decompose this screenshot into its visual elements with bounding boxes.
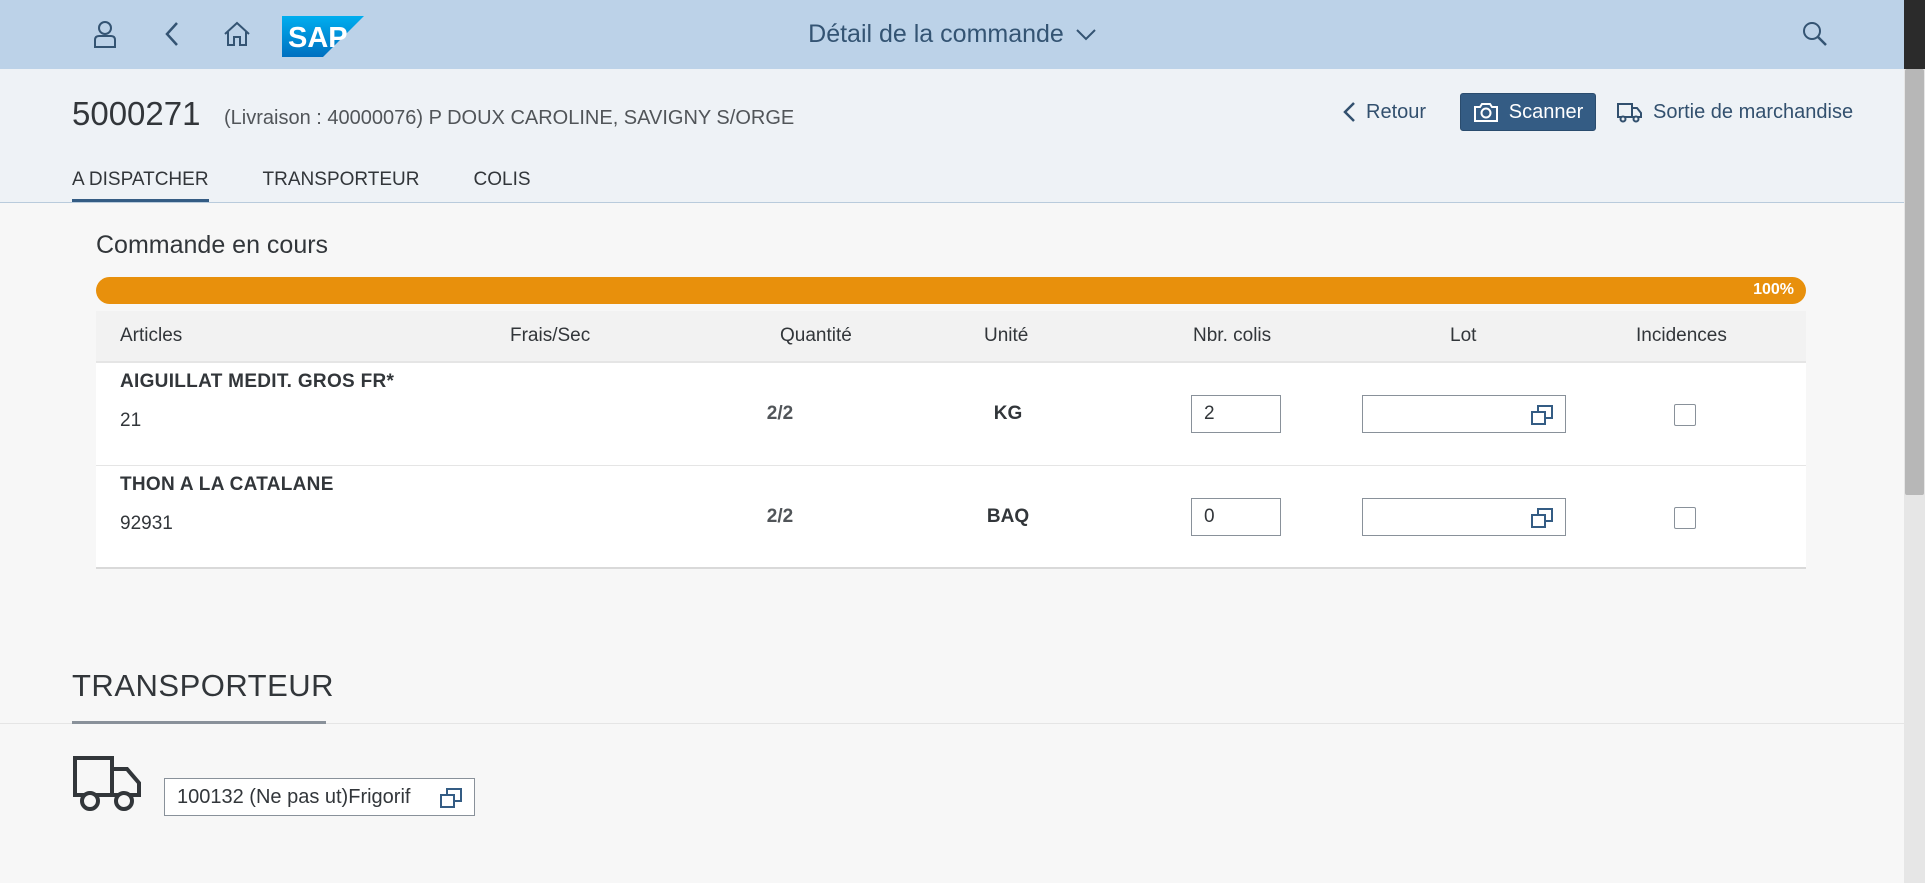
value-help-icon[interactable] bbox=[1531, 508, 1553, 533]
article-name: AIGUILLAT MEDIT. GROS FR* bbox=[120, 371, 395, 392]
value-help-icon[interactable] bbox=[440, 788, 462, 814]
col-articles: Articles bbox=[120, 325, 183, 346]
packages-input[interactable] bbox=[1191, 498, 1281, 536]
goods-issue-label: Sortie de marchandise bbox=[1653, 100, 1854, 123]
value-help-icon[interactable] bbox=[1531, 405, 1553, 430]
order-subtitle: (Livraison : 40000076) P DOUX CAROLINE, … bbox=[224, 107, 795, 129]
truck-icon bbox=[1617, 103, 1642, 123]
quantity-value: 2/2 bbox=[766, 506, 794, 527]
back-button[interactable]: Retour bbox=[1342, 93, 1426, 131]
order-number: 5000271 bbox=[72, 95, 201, 132]
tab-bar: A DISPATCHER TRANSPORTEUR COLIS bbox=[72, 169, 585, 202]
scan-button[interactable]: Scanner bbox=[1460, 93, 1596, 131]
scrollbar-thumb[interactable] bbox=[1905, 69, 1924, 495]
section-underline bbox=[72, 721, 326, 724]
camera-icon bbox=[1473, 103, 1498, 122]
col-unit: Unité bbox=[984, 325, 1029, 346]
progress-bar: 100% bbox=[96, 277, 1806, 304]
truck-icon bbox=[72, 755, 142, 818]
lot-input[interactable] bbox=[1362, 498, 1566, 536]
unit-value: BAQ bbox=[986, 506, 1030, 527]
tab-dispatch[interactable]: A DISPATCHER bbox=[72, 169, 209, 202]
items-table: Articles Frais/Sec Quantité Unité Nbr. c… bbox=[96, 311, 1806, 569]
scan-button-label: Scanner bbox=[1508, 100, 1584, 123]
object-header: 5000271 (Livraison : 40000076) P DOUX CA… bbox=[0, 69, 1904, 203]
article-code: 21 bbox=[120, 410, 142, 431]
section-title-current-order: Commande en cours bbox=[96, 231, 329, 259]
shell-title-text[interactable]: Détail de la commande bbox=[808, 20, 1064, 49]
tab-packages[interactable]: COLIS bbox=[474, 169, 531, 202]
incident-checkbox[interactable] bbox=[1674, 507, 1696, 529]
col-quantity: Quantité bbox=[780, 325, 852, 346]
search-icon[interactable] bbox=[1797, 16, 1833, 52]
col-lot: Lot bbox=[1450, 325, 1477, 346]
article-name: THON A LA CATALANE bbox=[120, 474, 334, 495]
goods-issue-button[interactable]: Sortie de marchandise bbox=[1617, 93, 1853, 131]
chevron-left-icon bbox=[1343, 102, 1355, 122]
table-header: Articles Frais/Sec Quantité Unité Nbr. c… bbox=[96, 311, 1806, 363]
quantity-value: 2/2 bbox=[766, 403, 794, 424]
shell-title[interactable]: Détail de la commande bbox=[0, 0, 1904, 69]
progress-label: 100% bbox=[1753, 281, 1794, 298]
chevron-down-icon[interactable] bbox=[1076, 28, 1096, 41]
col-fresh-dry: Frais/Sec bbox=[510, 325, 591, 346]
table-row[interactable]: THON A LA CATALANE 92931 2/2 BAQ bbox=[96, 466, 1806, 569]
packages-input[interactable] bbox=[1191, 395, 1281, 433]
tab-carrier[interactable]: TRANSPORTEUR bbox=[263, 169, 420, 202]
section-title-carrier: TRANSPORTEUR bbox=[72, 668, 335, 703]
shell-bar: SAP Détail de la commande bbox=[0, 0, 1904, 69]
col-incidents: Incidences bbox=[1636, 325, 1727, 346]
carrier-value: 100132 (Ne pas ut)Frigorif bbox=[177, 786, 411, 808]
article-code: 92931 bbox=[120, 513, 173, 534]
col-packages: Nbr. colis bbox=[1193, 325, 1272, 346]
incident-checkbox[interactable] bbox=[1674, 404, 1696, 426]
unit-value: KG bbox=[993, 403, 1023, 424]
window-edge bbox=[1904, 0, 1925, 69]
lot-input[interactable] bbox=[1362, 395, 1566, 433]
back-button-label: Retour bbox=[1366, 100, 1427, 123]
carrier-input[interactable]: 100132 (Ne pas ut)Frigorif bbox=[164, 778, 475, 816]
table-row[interactable]: AIGUILLAT MEDIT. GROS FR* 21 2/2 KG bbox=[96, 363, 1806, 466]
